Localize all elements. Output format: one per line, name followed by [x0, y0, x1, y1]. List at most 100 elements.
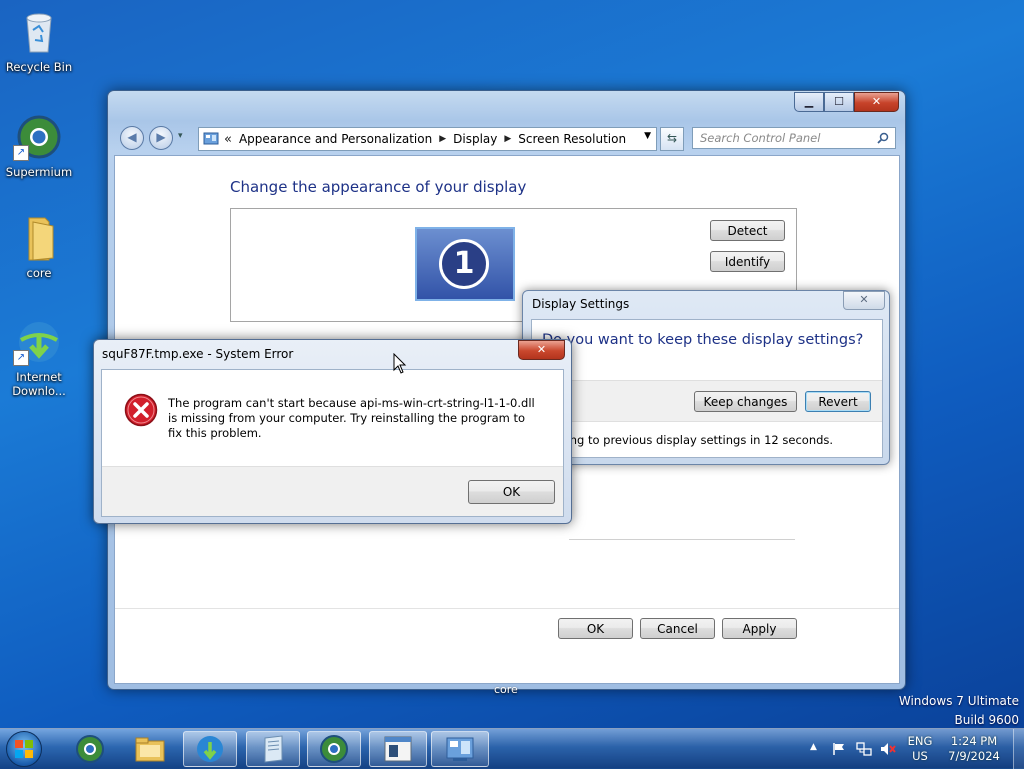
countdown-text: ting to previous display settings in 12 …: [562, 433, 834, 447]
supermium-browser-icon: [76, 735, 104, 763]
error-message: The program can't start because api-ms-w…: [168, 396, 535, 440]
dialog-title: Display Settings: [532, 297, 630, 311]
dialog-body: Do you want to keep these display settin…: [531, 319, 883, 458]
network-icon[interactable]: [856, 742, 872, 756]
language-code: ENG: [907, 734, 933, 748]
revert-button[interactable]: Revert: [805, 391, 871, 412]
address-dropdown-icon[interactable]: ▼: [644, 131, 651, 141]
detect-button-label: Detect: [727, 224, 768, 238]
taskbar-supermium[interactable]: [63, 731, 117, 767]
breadcrumb-screen-resolution[interactable]: Screen Resolution: [518, 132, 626, 146]
taskbar: ▲ ENG US 1:24 PM 7/9/2024: [0, 728, 1024, 769]
application-window-icon: [384, 736, 412, 762]
forward-button[interactable]: ▶: [149, 126, 173, 150]
folder-icon: [28, 217, 54, 261]
system-error-dialog[interactable]: squF87F.tmp.exe - System Error ✕ The pro…: [93, 339, 572, 524]
show-hidden-icons-button[interactable]: ▲: [810, 742, 817, 752]
search-icon[interactable]: [877, 132, 889, 144]
clock-date: 7/9/2024: [948, 749, 1000, 763]
monitor-number: 1: [453, 246, 475, 281]
address-bar[interactable]: « Appearance and Personalization ▶ Displ…: [198, 127, 657, 151]
back-button[interactable]: ◀: [120, 126, 144, 150]
minimize-button[interactable]: ▁: [794, 92, 824, 112]
supermium-browser-icon: [320, 735, 348, 763]
recycle-bin-icon: [26, 13, 52, 53]
ok-button-label: OK: [502, 485, 521, 499]
refresh-button[interactable]: ⇆: [660, 127, 684, 151]
cancel-button-label: Cancel: [657, 622, 698, 636]
volume-muted-icon[interactable]: [880, 742, 896, 756]
keyboard-layout: US: [912, 749, 928, 763]
desktop-icon-supermium[interactable]: ↗ Supermium: [1, 113, 77, 179]
caption-buttons: ▁ ☐ ✕: [794, 92, 899, 112]
shortcut-arrow-icon: ↗: [13, 145, 29, 161]
identify-button-label: Identify: [724, 255, 771, 269]
keep-changes-button[interactable]: Keep changes: [694, 391, 797, 412]
taskbar-system-error-window[interactable]: [369, 731, 427, 767]
revert-label: Revert: [818, 395, 858, 409]
dialog-body: The program can't start because api-ms-w…: [101, 369, 564, 517]
desktop-icon-recycle-bin[interactable]: Recycle Bin: [1, 8, 77, 74]
breadcrumb-separator-icon[interactable]: ▶: [439, 134, 446, 144]
search-input[interactable]: Search Control Panel: [692, 127, 896, 149]
dialog-question: Do you want to keep these display settin…: [542, 332, 864, 348]
advanced-settings-divider: [569, 539, 795, 540]
monitor-number-badge: 1: [439, 239, 489, 289]
clock[interactable]: 1:24 PM 7/9/2024: [942, 734, 1006, 764]
desktop-icon-label: Supermium: [5, 165, 73, 179]
mouse-cursor-icon: [393, 353, 407, 374]
error-icon: [124, 393, 158, 427]
ok-button[interactable]: OK: [558, 618, 633, 639]
keep-changes-label: Keep changes: [703, 395, 788, 409]
detect-button[interactable]: Detect: [710, 220, 785, 241]
file-explorer-icon: [135, 737, 165, 762]
apply-button[interactable]: Apply: [722, 618, 797, 639]
display-settings-dialog[interactable]: Display Settings ✕ Do you want to keep t…: [522, 290, 890, 465]
taskbar-file-explorer[interactable]: [123, 731, 177, 767]
start-button[interactable]: [6, 731, 42, 767]
taskbar-internet-download-manager[interactable]: [183, 731, 237, 767]
ok-button[interactable]: OK: [468, 480, 555, 504]
control-panel-icon: [446, 737, 474, 761]
desktop-label-core: core: [494, 683, 518, 696]
breadcrumb-separator-icon[interactable]: ▶: [504, 134, 511, 144]
desktop-icon-label: Internet Downlo...: [12, 370, 66, 398]
notepad-icon: [264, 735, 283, 763]
taskbar-notepad[interactable]: [246, 731, 300, 767]
desktop-icon-label: core: [26, 266, 52, 280]
dialog-button-bar: Keep changes Revert: [532, 380, 882, 422]
watermark-edition: Windows 7 Ultimate: [898, 694, 1019, 708]
clock-time: 1:24 PM: [950, 734, 998, 748]
desktop-icon-core-folder[interactable]: core: [1, 214, 77, 280]
control-panel-icon: [203, 132, 219, 145]
windows-logo-icon: [15, 740, 33, 758]
cancel-button[interactable]: Cancel: [640, 618, 715, 639]
breadcrumb-display[interactable]: Display: [453, 132, 497, 146]
close-button[interactable]: ✕: [854, 92, 899, 112]
breadcrumb-overflow[interactable]: «: [224, 132, 232, 147]
close-button[interactable]: ✕: [843, 291, 885, 310]
taskbar-supermium-window[interactable]: [307, 731, 361, 767]
internet-download-manager-icon: [197, 736, 223, 762]
monitor-1-tile[interactable]: 1: [415, 227, 515, 301]
show-desktop-button[interactable]: [1013, 729, 1024, 769]
desktop-icon-label: Recycle Bin: [5, 60, 73, 74]
breadcrumb-appearance-and-personalization[interactable]: Appearance and Personalization: [239, 132, 432, 146]
identify-button[interactable]: Identify: [710, 251, 785, 272]
dialog-title: squF87F.tmp.exe - System Error: [102, 347, 294, 361]
search-placeholder: Search Control Panel: [700, 131, 821, 145]
language-indicator[interactable]: ENG US: [903, 734, 937, 764]
recent-pages-dropdown[interactable]: ▾: [178, 131, 183, 141]
taskbar-control-panel[interactable]: [431, 731, 489, 767]
windows-watermark: Windows 7 Ultimate Build 9600: [899, 692, 1019, 730]
close-button[interactable]: ✕: [518, 340, 565, 360]
ok-button-label: OK: [586, 622, 605, 636]
action-center-flag-icon[interactable]: [832, 742, 846, 756]
maximize-button[interactable]: ☐: [824, 92, 854, 112]
bottom-divider: [115, 608, 899, 609]
page-title: Change the appearance of your display: [230, 178, 527, 196]
desktop-icon-internet-download-manager[interactable]: ↗ Internet Downlo...: [1, 318, 77, 398]
shortcut-arrow-icon: ↗: [13, 350, 29, 366]
dialog-button-bar: OK: [102, 466, 563, 516]
apply-button-label: Apply: [742, 622, 777, 636]
